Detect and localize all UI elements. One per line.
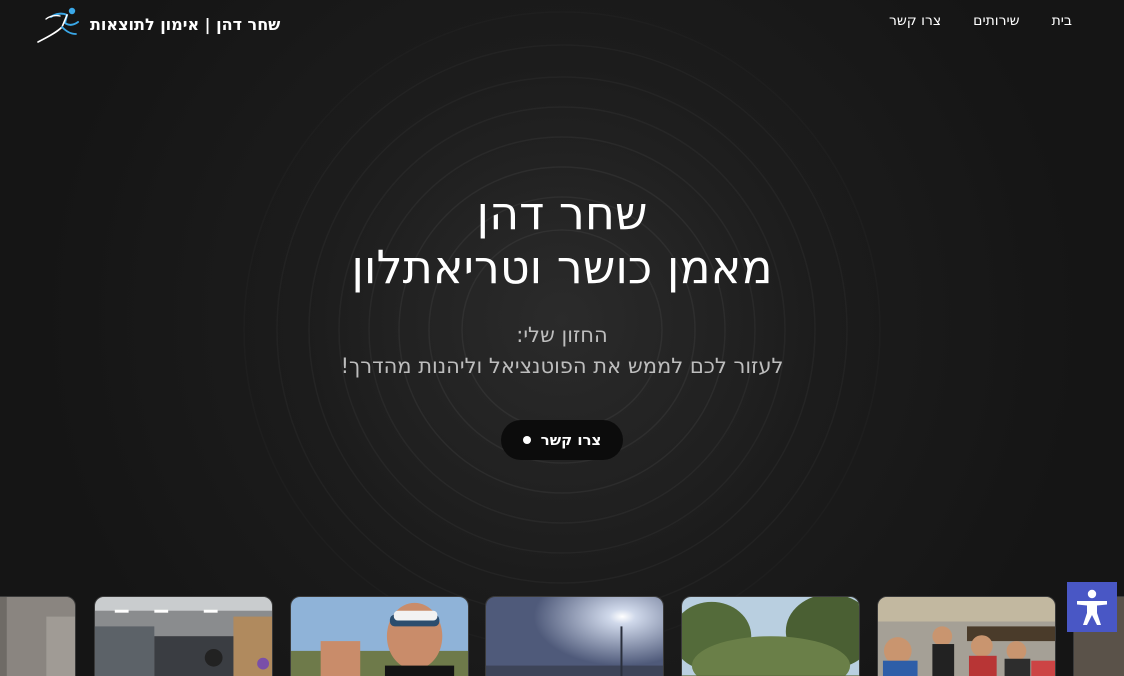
hero-subtitle-vision: לעזור לכם לממש את הפוטנציאל וליהנות מהדר… bbox=[340, 354, 784, 378]
hero-section: שחר דהן מאמן כושר וטריאתלון החזון שלי: ל… bbox=[0, 186, 1124, 460]
gallery-photo[interactable] bbox=[94, 596, 273, 676]
gallery-photo[interactable] bbox=[681, 596, 860, 676]
gym-photo-image bbox=[0, 597, 75, 676]
cta-wrap: צרו קשר bbox=[0, 420, 1124, 460]
nav-item-contact[interactable]: צרו קשר bbox=[889, 13, 941, 29]
sky-sun-image bbox=[486, 597, 663, 676]
hero-title-role: מאמן כושר וטריאתלון bbox=[351, 240, 773, 294]
hero-subtitle-heading: החזון שלי: bbox=[516, 323, 608, 347]
nav-item-services[interactable]: שירותים bbox=[973, 13, 1019, 29]
accessibility-icon bbox=[1077, 589, 1107, 625]
contact-cta-button[interactable]: צרו קשר bbox=[500, 420, 624, 460]
cyclist-selfie-image bbox=[291, 597, 468, 676]
gallery-photo[interactable] bbox=[290, 596, 469, 676]
photo-gallery bbox=[0, 596, 1124, 676]
gym-photo-image bbox=[95, 597, 272, 676]
page: שחר דהן | אימון לתוצאות בית שירותים צרו … bbox=[0, 0, 1124, 676]
hero-title: שחר דהן מאמן כושר וטריאתלון bbox=[0, 186, 1124, 294]
site-header: שחר דהן | אימון לתוצאות בית שירותים צרו … bbox=[0, 0, 1124, 46]
gallery-photo[interactable] bbox=[0, 596, 76, 676]
brand-logo-link[interactable]: שחר דהן | אימון לתוצאות bbox=[36, 4, 280, 44]
accessibility-button[interactable] bbox=[1067, 582, 1117, 632]
hero-title-name: שחר דהן bbox=[476, 186, 648, 240]
contact-cta-label: צרו קשר bbox=[540, 431, 602, 449]
dot-icon bbox=[522, 436, 531, 444]
group-cyclists-image bbox=[878, 597, 1055, 676]
main-nav: בית שירותים צרו קשר bbox=[889, 13, 1072, 29]
forest-image bbox=[682, 597, 859, 676]
brand-name: שחר דהן | אימון לתוצאות bbox=[90, 14, 281, 34]
nav-item-home[interactable]: בית bbox=[1052, 13, 1072, 29]
hero-subtitle: החזון שלי: לעזור לכם לממש את הפוטנציאל ו… bbox=[0, 320, 1124, 382]
gallery-photo[interactable] bbox=[877, 596, 1056, 676]
gallery-photo[interactable] bbox=[485, 596, 664, 676]
runner-icon bbox=[37, 7, 79, 43]
